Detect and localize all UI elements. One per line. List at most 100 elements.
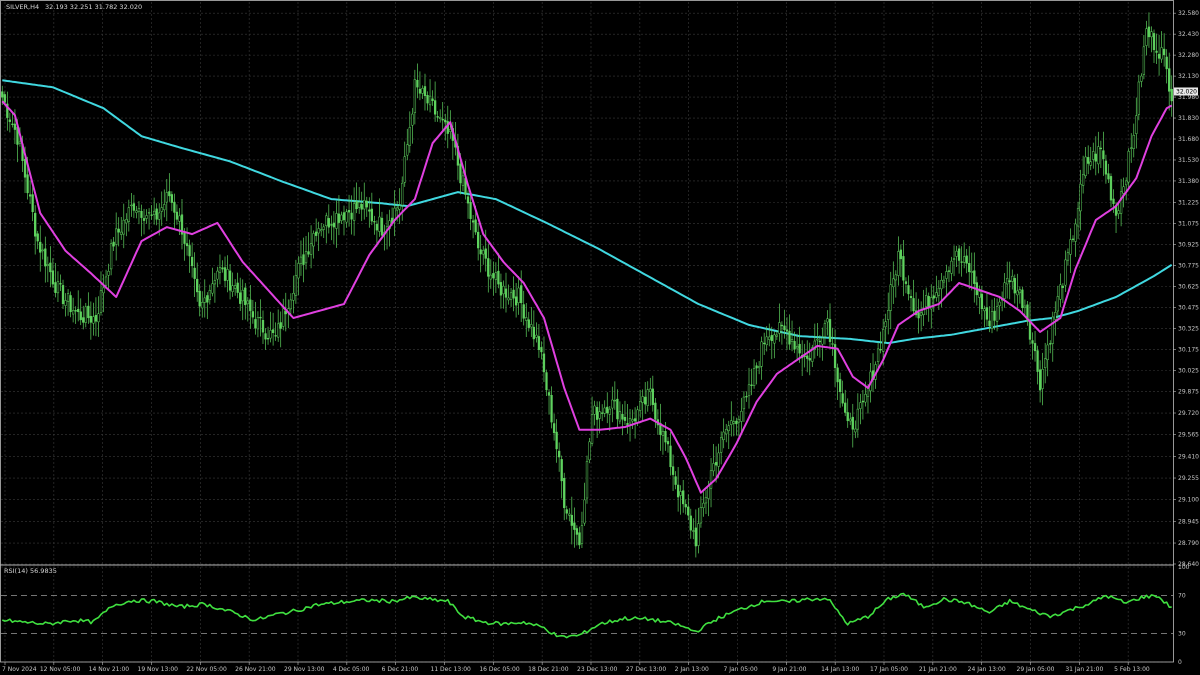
candle-body <box>233 285 237 289</box>
candle-body <box>418 88 422 94</box>
candle-body <box>1033 343 1037 352</box>
candle-body <box>714 462 718 466</box>
candle-body <box>689 515 692 531</box>
candle-body <box>444 119 447 123</box>
candle-body <box>633 418 637 422</box>
candle-body <box>763 342 766 345</box>
chart-canvas: 32.58032.43032.28032.13031.98031.83031.6… <box>0 0 1200 675</box>
candle-body <box>1046 344 1049 360</box>
candle-body <box>294 275 298 296</box>
candle-body <box>861 400 865 403</box>
candle-body <box>925 295 928 307</box>
candle-body <box>69 295 72 313</box>
candle-body <box>1071 238 1075 240</box>
candle-body <box>960 261 963 263</box>
candle-body <box>320 229 323 232</box>
candle-body <box>439 117 442 120</box>
price-tick-label: 31.530 <box>1178 157 1199 164</box>
candle-body <box>745 396 748 398</box>
candle-body <box>431 98 434 101</box>
candle-body <box>636 409 639 423</box>
candle-body <box>606 406 609 414</box>
candle-body <box>927 296 930 308</box>
candle-body <box>831 343 834 345</box>
candle-body <box>935 292 938 298</box>
candle-body <box>137 208 141 212</box>
candle-body <box>317 228 320 234</box>
candle-body <box>218 267 222 273</box>
candle-body <box>335 213 338 229</box>
candle-body <box>236 282 239 293</box>
candle-body <box>482 250 485 255</box>
time-tick-label: 6 Dec 21:00 <box>382 666 419 673</box>
candle-body <box>221 267 224 270</box>
candle-body <box>560 459 563 482</box>
candle-body <box>1011 275 1014 282</box>
candle-body <box>965 255 968 264</box>
price-tick-label: 32.580 <box>1178 10 1199 17</box>
rsi-tick-label: 30 <box>1178 631 1186 638</box>
candle-body <box>158 212 161 220</box>
candle-body <box>327 218 330 228</box>
candle-body <box>978 291 981 298</box>
ohlc-readout: 32.193 32.251 31.782 32.020 <box>45 3 142 11</box>
candle-body <box>228 270 232 291</box>
candle-body <box>99 290 103 313</box>
candle-body <box>211 283 214 294</box>
candle-body <box>484 248 487 259</box>
candle-body <box>145 215 148 219</box>
candle-body <box>163 204 166 211</box>
candle-body <box>988 320 991 326</box>
candle-body <box>82 317 85 323</box>
candle-body <box>720 437 723 453</box>
candle-body <box>307 251 310 255</box>
candle-body <box>679 491 682 496</box>
candle-body <box>433 100 437 115</box>
candle-body <box>990 311 994 329</box>
candle-body <box>892 278 895 288</box>
candle-body <box>851 416 854 430</box>
candle-body <box>968 263 971 273</box>
candle-body <box>889 284 892 311</box>
candle-body <box>950 260 953 274</box>
candle-body <box>747 384 751 397</box>
candle-body <box>1165 56 1168 70</box>
candle-body <box>552 423 556 434</box>
candle-body <box>547 392 551 396</box>
candle-body <box>365 200 368 208</box>
candle-body <box>598 411 601 419</box>
candle-body <box>894 274 897 281</box>
candle-body <box>783 325 786 330</box>
candle-body <box>421 88 424 94</box>
candle-body <box>699 507 703 524</box>
price-tick-label: 29.565 <box>1178 432 1199 439</box>
candle-body <box>1107 173 1110 180</box>
candle-body <box>502 285 505 295</box>
candle-body <box>49 262 52 273</box>
candle-body <box>206 295 209 303</box>
candle-body <box>798 343 801 354</box>
candle-body <box>479 249 482 255</box>
candle-body <box>897 251 900 276</box>
price-tick-label: 30.775 <box>1178 263 1199 270</box>
candle-body <box>358 202 361 208</box>
candle-body <box>34 212 37 237</box>
candle-body <box>854 428 857 433</box>
rsi-tick-label: 70 <box>1178 593 1186 600</box>
candle-body <box>1054 312 1057 320</box>
candle-body <box>1157 53 1161 59</box>
candle-body <box>712 463 715 472</box>
candle-body <box>879 349 882 351</box>
candle-body <box>416 79 419 88</box>
candle-body <box>517 287 520 303</box>
candle-body <box>368 209 371 212</box>
candle-body <box>375 223 379 231</box>
candle-body <box>1061 285 1065 288</box>
candle-body <box>340 214 343 221</box>
candle-body <box>608 408 611 415</box>
candle-body <box>41 249 44 252</box>
candle-body <box>411 113 414 126</box>
candle-body <box>841 393 844 404</box>
candle-body <box>770 335 773 341</box>
candle-body <box>494 272 498 280</box>
